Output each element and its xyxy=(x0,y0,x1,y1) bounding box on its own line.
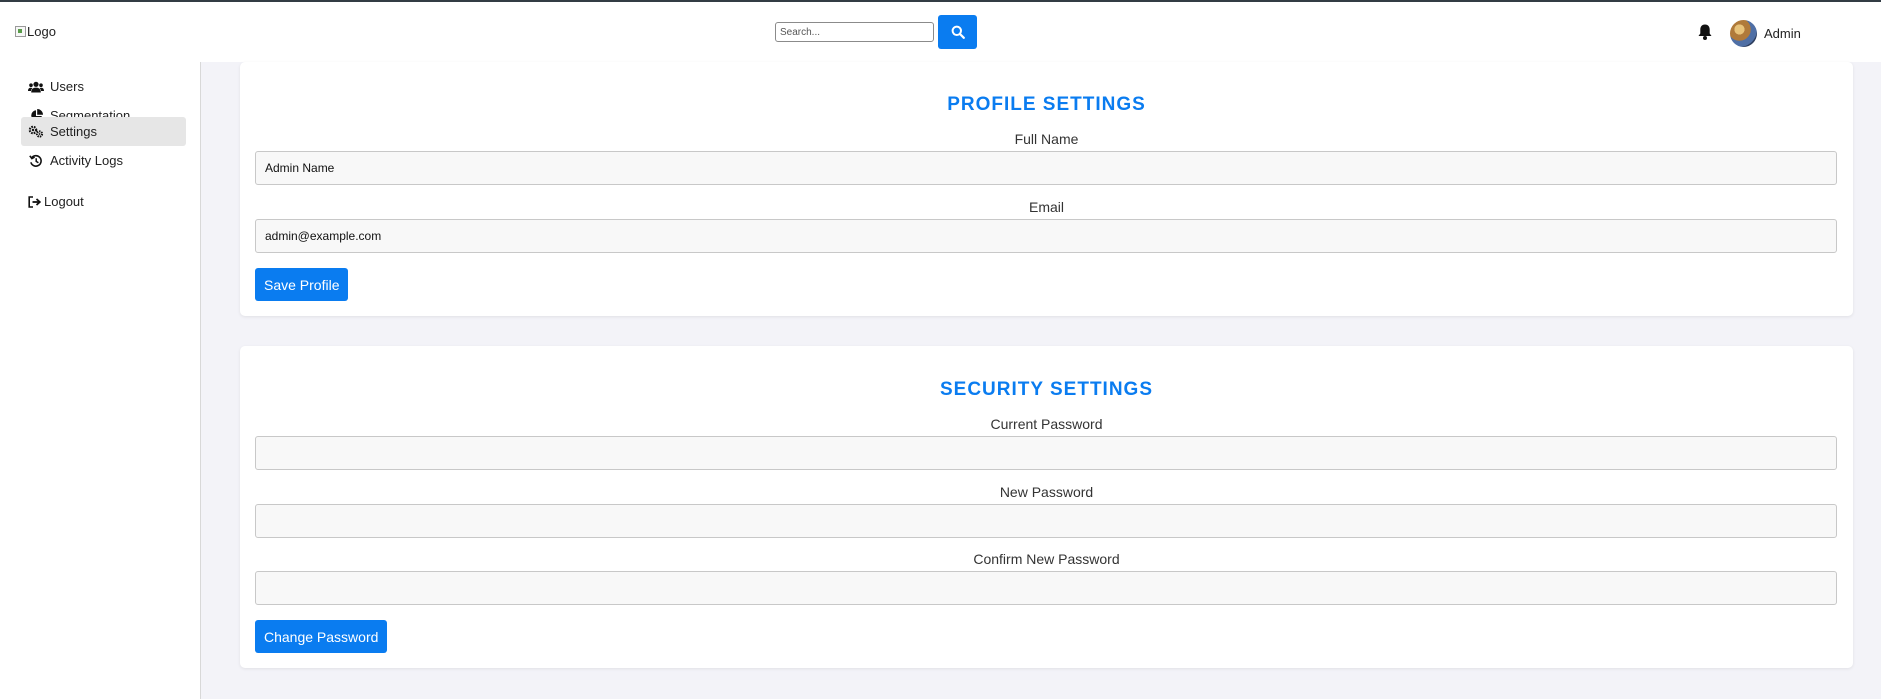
top-header: Logo Admin xyxy=(0,2,1881,62)
bell-icon[interactable] xyxy=(1697,23,1713,41)
user-name[interactable]: Admin xyxy=(1764,26,1801,41)
sidebar-item-label: Users xyxy=(50,79,84,94)
confirm-password-label: Confirm New Password xyxy=(973,551,1120,567)
broken-image-icon xyxy=(15,26,26,37)
save-profile-button[interactable]: Save Profile xyxy=(255,268,349,301)
sidebar-item-users[interactable]: Users xyxy=(21,72,186,101)
change-password-button[interactable]: Change Password xyxy=(255,620,388,653)
users-icon xyxy=(28,80,44,94)
full-name-label: Full Name xyxy=(1014,131,1079,147)
current-password-field[interactable] xyxy=(255,436,1837,470)
logo-alt-text: Logo xyxy=(27,24,56,39)
sidebar-item-activity-logs[interactable]: Activity Logs xyxy=(21,146,186,175)
search-button[interactable] xyxy=(938,15,977,49)
search-bar xyxy=(775,15,977,49)
sidebar-item-label: Settings xyxy=(50,124,97,139)
confirm-password-field[interactable] xyxy=(255,571,1837,605)
sidebar: Users Segmentation Settings Activity Log… xyxy=(0,62,201,699)
search-input[interactable] xyxy=(775,22,934,42)
profile-settings-card: PROFILE SETTINGS Full Name Email Save Pr… xyxy=(240,62,1853,316)
logo[interactable]: Logo xyxy=(15,24,56,39)
sidebar-item-settings[interactable]: Settings xyxy=(21,117,186,146)
full-name-field[interactable] xyxy=(255,151,1837,185)
security-settings-title: SECURITY SETTINGS xyxy=(939,379,1153,400)
avatar[interactable] xyxy=(1730,20,1757,47)
new-password-field[interactable] xyxy=(255,504,1837,538)
sidebar-item-label: Logout xyxy=(44,194,84,209)
new-password-label: New Password xyxy=(999,484,1094,500)
history-icon xyxy=(28,154,44,168)
security-settings-card: SECURITY SETTINGS Current Password New P… xyxy=(240,346,1853,668)
cogs-icon xyxy=(28,125,44,139)
email-field[interactable] xyxy=(255,219,1837,253)
current-password-label: Current Password xyxy=(990,416,1103,432)
profile-settings-title: PROFILE SETTINGS xyxy=(947,94,1146,115)
sign-out-icon xyxy=(28,195,41,209)
email-label: Email xyxy=(1028,199,1064,215)
sidebar-item-logout[interactable]: Logout xyxy=(21,187,186,216)
sidebar-item-label: Activity Logs xyxy=(50,153,123,168)
search-icon xyxy=(951,25,965,39)
